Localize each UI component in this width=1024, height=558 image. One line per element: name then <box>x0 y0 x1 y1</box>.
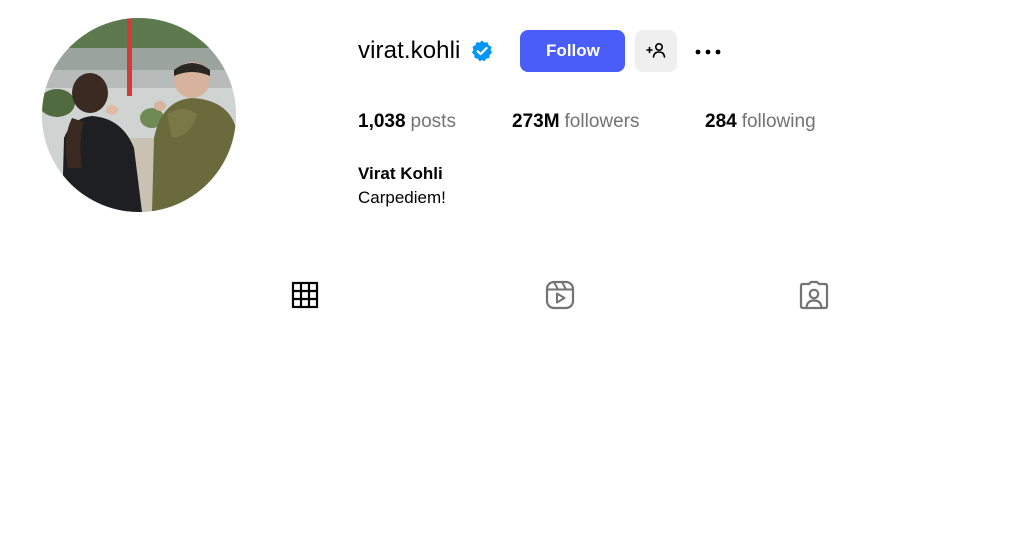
verified-badge-icon <box>470 39 494 63</box>
followers-count: 273M <box>512 111 560 132</box>
followers-label: followers <box>564 111 640 132</box>
profile-avatar[interactable] <box>42 18 236 212</box>
posts-label: posts <box>410 111 456 132</box>
reels-icon <box>545 280 575 315</box>
profile-bio: Carpediem! <box>358 188 446 207</box>
follow-button[interactable]: Follow <box>520 30 626 72</box>
posts-stat[interactable]: 1,038 posts <box>358 111 456 133</box>
tab-reels[interactable] <box>544 280 576 315</box>
followers-stat[interactable]: 273M followers <box>512 111 640 133</box>
profile-username: virat.kohli <box>358 37 461 64</box>
add-user-icon <box>646 42 666 61</box>
profile-header: virat.kohli Follow <box>358 30 725 72</box>
profile-full-name: Virat Kohli <box>358 164 443 183</box>
following-count: 284 <box>705 111 737 132</box>
following-stat[interactable]: 284 following <box>705 111 816 133</box>
profile-page: virat.kohli Follow 1,038 posts 273M foll… <box>0 0 1024 558</box>
tab-posts[interactable] <box>289 281 321 313</box>
more-options-button[interactable] <box>691 34 725 68</box>
following-label: following <box>741 111 816 132</box>
add-user-button[interactable] <box>635 30 678 72</box>
ellipsis-icon <box>694 44 722 59</box>
tagged-icon <box>799 280 829 315</box>
posts-count: 1,038 <box>358 111 406 132</box>
tab-tagged[interactable] <box>798 280 830 315</box>
grid-icon <box>291 281 319 314</box>
